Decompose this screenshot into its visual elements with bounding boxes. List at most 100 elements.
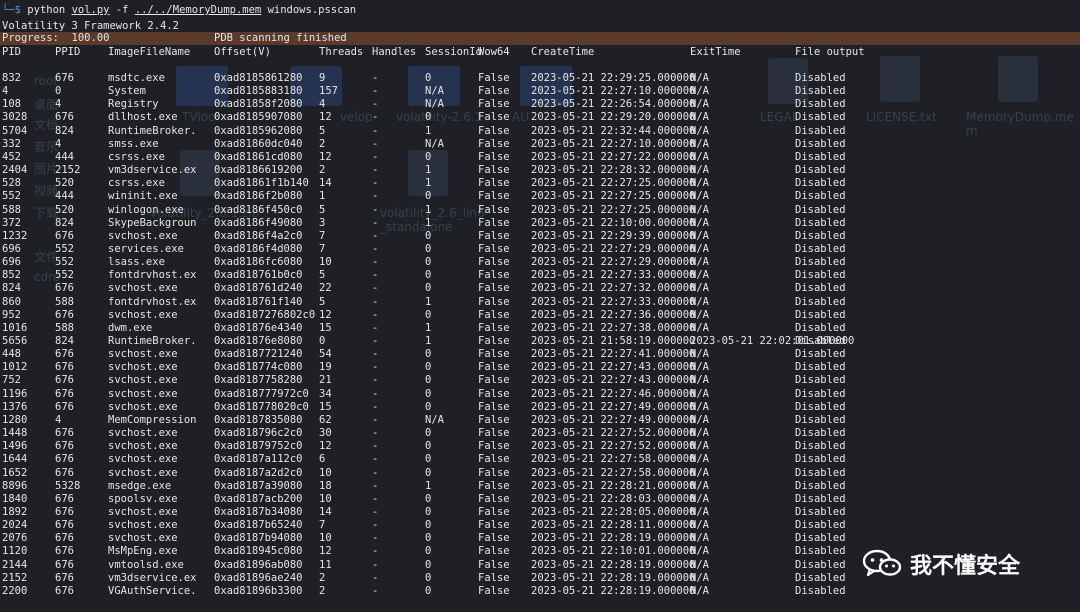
table-cell: 10 bbox=[319, 256, 332, 269]
table-cell: 0xad81858f2080 bbox=[214, 98, 303, 111]
table-row: 1376 676 svchost.exe 0xad818778020c0 15 - 0 Fal… bbox=[0, 401, 1080, 414]
table-cell: 2023-05-21 22:27:38.000000 bbox=[531, 321, 696, 334]
table-cell: vm3dservice.ex bbox=[108, 571, 197, 584]
table-cell: N/A bbox=[690, 584, 709, 597]
table-cell: N/A bbox=[690, 269, 709, 282]
table-cell: 2404 bbox=[2, 164, 28, 177]
table-cell: 2 bbox=[319, 571, 326, 584]
table-cell: svchost.exe bbox=[108, 308, 178, 321]
table-row: 2024 676 svchost.exe 0xad8187b65240 7 - 0 False… bbox=[0, 519, 1080, 532]
table-cell: 2023-05-21 22:27:36.000000 bbox=[531, 308, 696, 321]
table-cell: N/A bbox=[690, 308, 709, 321]
table-cell: 1 bbox=[425, 321, 432, 334]
table-cell: 0xad8186f450c0 bbox=[214, 203, 303, 216]
table-cell: 0 bbox=[425, 545, 432, 558]
table-cell: 676 bbox=[55, 229, 74, 242]
table-cell: N/A bbox=[690, 466, 709, 479]
table-cell: 8896 bbox=[2, 479, 28, 492]
table-cell: False bbox=[478, 177, 510, 190]
table-cell: - bbox=[372, 571, 379, 584]
column-header: CreateTime bbox=[531, 46, 595, 58]
table-cell: 824 bbox=[55, 335, 74, 347]
table-cell: N/A bbox=[690, 571, 709, 584]
table-row: 452 444 csrss.exe 0xad81861cd080 12 - 0 False 20… bbox=[0, 151, 1080, 164]
progress-label: Progress: 100.00 bbox=[2, 32, 110, 44]
table-cell: N/A bbox=[690, 242, 709, 255]
table-row: 588 520 winlogon.exe 0xad8186f450c0 5 - 1 False… bbox=[0, 204, 1080, 217]
table-cell: Disabled bbox=[795, 242, 846, 255]
table-row: 1892 676 svchost.exe 0xad8187b34080 14 - 0 Fals… bbox=[0, 506, 1080, 519]
table-cell: svchost.exe bbox=[108, 466, 178, 479]
table-cell: 5328 bbox=[55, 479, 81, 492]
table-cell: 2023-05-21 22:27:52.000000 bbox=[531, 427, 696, 440]
table-cell: 0 bbox=[425, 427, 432, 440]
table-cell: vmtoolsd.exe bbox=[108, 558, 184, 571]
table-cell: 2023-05-21 22:27:58.000000 bbox=[531, 453, 696, 466]
table-cell: Disabled bbox=[795, 282, 846, 295]
table-cell: 0xad818761d240 bbox=[214, 282, 303, 295]
table-cell: 0xad81876e8080 bbox=[214, 335, 303, 347]
table-cell: - bbox=[372, 584, 379, 597]
table-cell: - bbox=[372, 348, 379, 361]
table-row: 2200 676 VGAuthService. 0xad81896b3300 2 - 0 Fa… bbox=[0, 585, 1080, 598]
table-cell: 7 bbox=[319, 229, 326, 242]
table-cell: 0xad818774c080 bbox=[214, 361, 303, 374]
command-line[interactable]: └─$ python vol.py -f ../../MemoryDump.me… bbox=[2, 4, 356, 17]
table-cell: - bbox=[372, 164, 379, 177]
table-cell: False bbox=[478, 269, 510, 282]
table-cell: 0xad818761f140 bbox=[214, 295, 303, 308]
table-cell: Registry bbox=[108, 98, 159, 111]
table-cell: 0xad81876e4340 bbox=[214, 321, 303, 334]
table-cell: 4 bbox=[55, 413, 62, 426]
table-cell: - bbox=[372, 111, 379, 124]
table-cell: 2023-05-21 22:28:03.000000 bbox=[531, 492, 696, 505]
table-cell: 372 bbox=[2, 216, 21, 229]
table-cell: 2023-05-21 22:27:10.000000 bbox=[531, 137, 696, 150]
table-cell: 588 bbox=[2, 203, 21, 216]
table-cell: svchost.exe bbox=[108, 400, 178, 413]
table-cell: - bbox=[372, 190, 379, 203]
table-cell: N/A bbox=[690, 427, 709, 440]
table-cell: Disabled bbox=[795, 466, 846, 479]
table-cell: 0 bbox=[425, 361, 432, 374]
table-cell: 5704 bbox=[2, 124, 28, 137]
table-cell: 0xad8187acb200 bbox=[214, 492, 303, 505]
table-cell: 676 bbox=[55, 348, 74, 361]
table-cell: 0xad8186f4d080 bbox=[214, 242, 303, 255]
table-cell: 0xad8187835080 bbox=[214, 413, 303, 426]
table-cell: False bbox=[478, 308, 510, 321]
table-cell: 832 bbox=[2, 72, 21, 84]
table-cell: MsMpEng.exe bbox=[108, 545, 178, 558]
table-cell: 0xad81896b3300 bbox=[214, 584, 303, 597]
table-cell: False bbox=[478, 387, 510, 400]
terminal-window[interactable]: └─$ python vol.py -f ../../MemoryDump.me… bbox=[0, 0, 1080, 612]
table-cell: 12 bbox=[319, 111, 332, 124]
table-row: 1280 4 MemCompression 0xad8187835080 62 - N/A F… bbox=[0, 414, 1080, 427]
table-cell: 676 bbox=[55, 374, 74, 387]
command-file: ../../MemoryDump.mem bbox=[134, 4, 262, 16]
table-cell: Disabled bbox=[795, 558, 846, 571]
table-row: 2076 676 svchost.exe 0xad8187b94080 10 - 0 Fals… bbox=[0, 532, 1080, 545]
table-cell: 6 bbox=[319, 453, 326, 466]
table-cell: 2023-05-21 22:27:10.000000 bbox=[531, 85, 696, 98]
table-row: 1232 676 svchost.exe 0xad8186f4a2c0 7 - 0 False… bbox=[0, 230, 1080, 243]
table-cell: 0xad8187758280 bbox=[214, 374, 303, 387]
table-cell: 676 bbox=[55, 519, 74, 532]
table-cell: 2023-05-21 22:27:29.000000 bbox=[531, 256, 696, 269]
table-cell: N/A bbox=[690, 519, 709, 532]
table-cell: - bbox=[372, 72, 379, 84]
table-cell: 7 bbox=[319, 242, 326, 255]
table-row: 1496 676 svchost.exe 0xad81879752c0 12 - 0 Fals… bbox=[0, 440, 1080, 453]
command-plugin: windows.psscan bbox=[267, 4, 357, 16]
table-cell: - bbox=[372, 282, 379, 295]
table-cell: 552 bbox=[55, 269, 74, 282]
table-cell: winlogon.exe bbox=[108, 203, 184, 216]
table-cell: Disabled bbox=[795, 479, 846, 492]
table-cell: - bbox=[372, 374, 379, 387]
table-cell: 19 bbox=[319, 361, 332, 374]
table-cell: 528 bbox=[2, 177, 21, 190]
table-cell: svchost.exe bbox=[108, 361, 178, 374]
table-cell: 2 bbox=[319, 584, 326, 597]
table-cell: N/A bbox=[690, 361, 709, 374]
watermark-text: 我不懂安全 bbox=[910, 554, 1021, 579]
